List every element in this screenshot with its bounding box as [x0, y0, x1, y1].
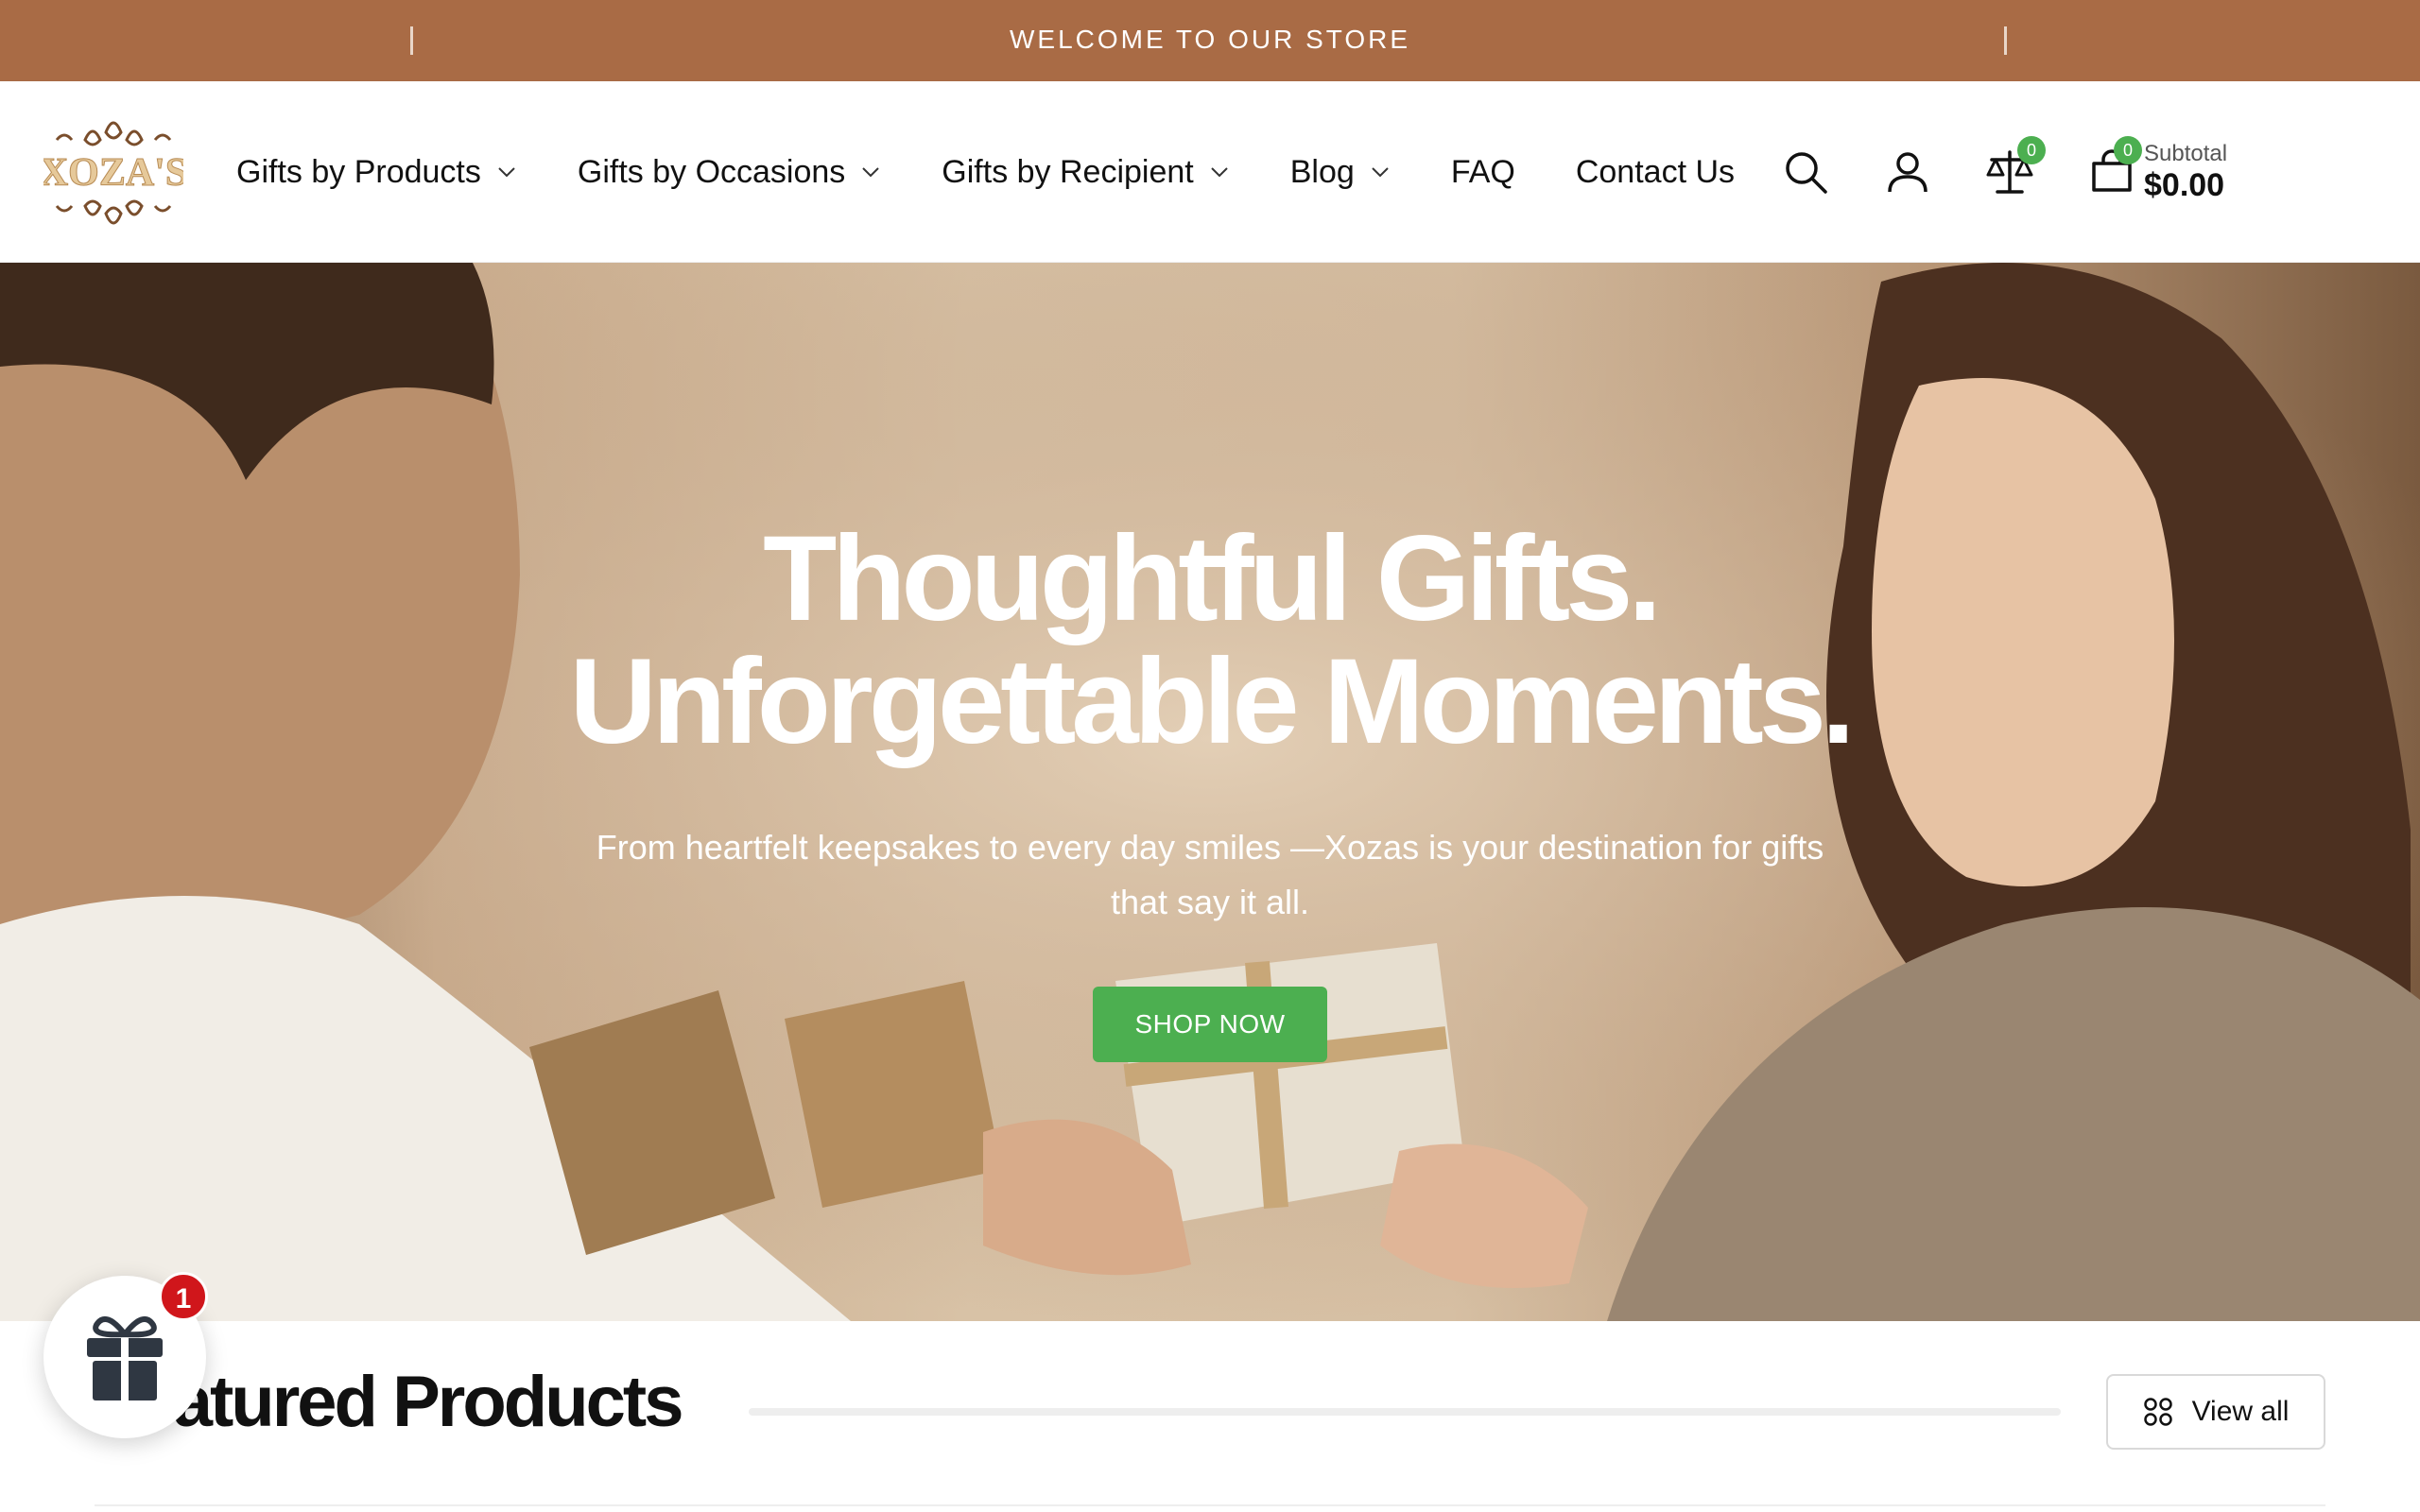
- chevron-down-icon: [1211, 167, 1228, 178]
- hero-title: Thoughtful Gifts. Unforgettable Moments.: [0, 518, 2420, 764]
- cart-icon-wrap: 0: [2083, 136, 2142, 200]
- hero-banner: Thoughtful Gifts. Unforgettable Moments.…: [0, 263, 2420, 1321]
- chevron-down-icon: [862, 167, 880, 178]
- gift-notification-badge: 1: [159, 1272, 208, 1321]
- grid-icon: [2143, 1398, 2172, 1426]
- compare-button[interactable]: 0: [1981, 136, 2046, 200]
- nav-gifts-by-products[interactable]: Gifts by Products: [236, 154, 517, 191]
- nav-label: FAQ: [1450, 153, 1515, 190]
- nav-label: Gifts by Occasions: [577, 153, 846, 190]
- subtotal-label: Subtotal: [2144, 141, 2228, 166]
- logo-text: XOZA'S: [43, 151, 183, 195]
- nav-label: Gifts by Recipient: [942, 153, 1194, 190]
- hero-title-line2: Unforgettable Moments.: [569, 634, 1856, 769]
- nav-label: Gifts by Products: [236, 153, 481, 190]
- nav-gifts-by-recipient[interactable]: Gifts by Recipient: [942, 154, 1229, 191]
- chevron-down-icon: [498, 167, 515, 178]
- hero-subtitle: From heartfelt keepsakes to every day sm…: [596, 828, 1824, 921]
- main-nav: Gifts by Products Gifts by Occasions Gif…: [236, 81, 1795, 263]
- nav-label: Contact Us: [1575, 153, 1736, 190]
- view-all-button[interactable]: View all: [2106, 1374, 2325, 1450]
- nav-label: Blog: [1289, 153, 1355, 190]
- announcement-bar: WELCOME TO OUR STORE: [0, 0, 2420, 81]
- nav-faq[interactable]: FAQ: [1451, 154, 1515, 191]
- nav-gifts-by-occasions[interactable]: Gifts by Occasions: [578, 154, 881, 191]
- header-actions: 0 0 Subtotal $0.00: [1777, 81, 2227, 263]
- store-logo[interactable]: XOZA'S: [39, 112, 188, 234]
- gift-icon: [87, 1315, 163, 1400]
- section-divider: [749, 1408, 2061, 1416]
- shop-now-button[interactable]: SHOP NOW: [1093, 987, 1327, 1062]
- cart-summary: Subtotal $0.00: [2144, 141, 2227, 203]
- search-button[interactable]: [1777, 144, 1834, 200]
- subtotal-value: $0.00: [2144, 167, 2225, 203]
- account-icon: [1888, 152, 1927, 193]
- announcement-text: WELCOME TO OUR STORE: [1009, 25, 1411, 54]
- site-header: XOZA'S Gifts by Products Gifts by Occasi…: [0, 81, 2420, 263]
- nav-contact-us[interactable]: Contact Us: [1576, 154, 1735, 191]
- compare-count-badge: 0: [2017, 136, 2046, 164]
- hero-background-image: [0, 263, 2420, 1321]
- search-icon: [1786, 152, 1827, 194]
- cart-count-badge: 0: [2114, 136, 2142, 164]
- nav-blog[interactable]: Blog: [1290, 154, 1391, 191]
- chevron-down-icon: [1372, 167, 1389, 178]
- view-all-label: View all: [2191, 1396, 2290, 1427]
- cart-button[interactable]: 0 Subtotal $0.00: [2083, 136, 2227, 203]
- account-button[interactable]: [1879, 144, 1936, 200]
- hero-title-line1: Thoughtful Gifts.: [763, 511, 1662, 646]
- product-cards-row: [95, 1504, 2325, 1512]
- announcement-divider-right: [2004, 26, 2007, 55]
